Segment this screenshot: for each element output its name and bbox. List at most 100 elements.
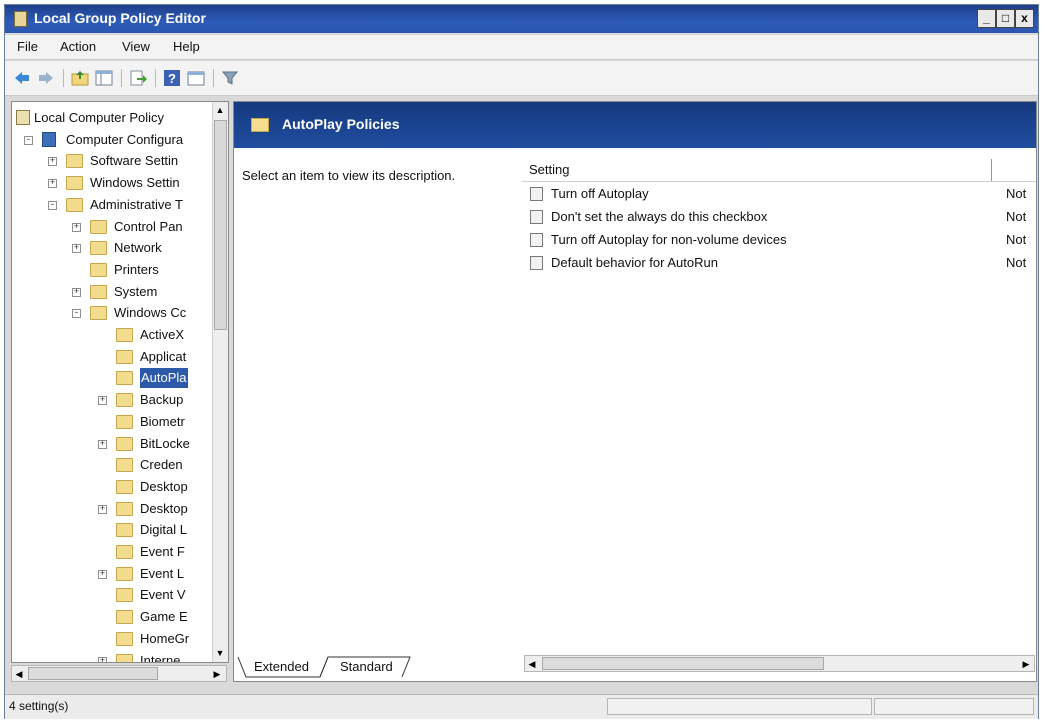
- tree-item[interactable]: + BitLocke: [12, 434, 212, 454]
- tree-item[interactable]: Biometr: [12, 412, 212, 432]
- expand-icon[interactable]: +: [72, 287, 81, 297]
- expand-icon[interactable]: +: [48, 157, 57, 167]
- expand-icon[interactable]: +: [98, 439, 107, 449]
- column-setting-label[interactable]: Setting: [529, 162, 569, 177]
- list-item[interactable]: Turn off Autoplay Not c: [522, 183, 1036, 205]
- toolbar-separator: [155, 69, 156, 87]
- tree-item[interactable]: + Network: [12, 238, 212, 258]
- settings-list[interactable]: Setting Turn off Autoplay Not c Don't set …: [522, 159, 1036, 654]
- menu-help[interactable]: Help: [173, 39, 200, 54]
- tree-horizontal-scrollbar[interactable]: ◀ ▶: [11, 665, 227, 682]
- back-icon[interactable]: [13, 69, 31, 87]
- tree-item-label: Printers: [114, 261, 159, 277]
- scroll-left-arrow-icon[interactable]: ◀: [12, 666, 26, 682]
- tree-item[interactable]: Digital L: [12, 520, 212, 540]
- scroll-up-arrow-icon[interactable]: ▲: [213, 102, 227, 118]
- tree-item[interactable]: - Windows Cc: [12, 303, 212, 323]
- tree-item[interactable]: Printers: [12, 260, 212, 280]
- export-list-icon[interactable]: [129, 69, 147, 87]
- scroll-down-arrow-icon[interactable]: ▼: [213, 645, 227, 661]
- collapse-icon[interactable]: -: [24, 135, 33, 145]
- expand-icon[interactable]: +: [72, 222, 81, 232]
- tree-item[interactable]: - Administrative T: [12, 195, 212, 215]
- scroll-thumb[interactable]: [214, 120, 227, 330]
- tree-item[interactable]: + Event L: [12, 564, 212, 584]
- list-item[interactable]: Don't set the always do this checkbox Not…: [522, 206, 1036, 228]
- help-icon[interactable]: ?: [163, 69, 181, 87]
- setting-name: Turn off Autoplay: [551, 186, 649, 201]
- folder-icon: [116, 545, 133, 559]
- policy-setting-icon: [530, 210, 543, 224]
- folder-icon: [90, 219, 107, 234]
- tab-extended[interactable]: Extended: [248, 657, 315, 677]
- tab-standard[interactable]: Standard: [334, 657, 399, 677]
- column-divider[interactable]: [991, 159, 992, 181]
- tree-item-label: Windows Settin: [90, 175, 180, 191]
- tree-item[interactable]: Desktop: [12, 477, 212, 497]
- tree-item-label: System: [114, 283, 158, 299]
- scroll-left-arrow-icon[interactable]: ◀: [525, 656, 539, 672]
- folder-icon: [116, 414, 133, 429]
- folder-icon: [66, 197, 83, 212]
- tree-item[interactable]: + System: [12, 282, 212, 302]
- properties-icon[interactable]: [187, 69, 205, 87]
- list-item[interactable]: Turn off Autoplay for non-volume devices…: [522, 229, 1036, 251]
- forward-icon[interactable]: [37, 69, 55, 87]
- folder-icon: [116, 588, 133, 603]
- tree-item[interactable]: + Desktop: [12, 499, 212, 519]
- folder-icon: [116, 393, 133, 408]
- expand-icon[interactable]: +: [98, 504, 107, 514]
- tree-item[interactable]: Event V: [12, 585, 212, 605]
- scroll-thumb[interactable]: [28, 667, 158, 680]
- console-tree[interactable]: Local Computer Policy - Computer Configura…: [11, 101, 229, 663]
- tree-item[interactable]: Event F: [12, 542, 212, 562]
- title-bar[interactable]: Local Group Policy Editor _ □ x: [5, 5, 1038, 33]
- menu-file[interactable]: File: [17, 39, 38, 54]
- tree-item[interactable]: Creden: [12, 455, 212, 475]
- maximize-button[interactable]: □: [996, 9, 1015, 28]
- expand-icon[interactable]: +: [98, 656, 107, 662]
- status-panel: [874, 698, 1034, 715]
- column-header[interactable]: Setting: [522, 159, 1036, 182]
- expand-icon[interactable]: +: [98, 569, 107, 579]
- setting-state: Not c: [1006, 232, 1026, 247]
- tree-item[interactable]: ActiveX: [12, 325, 212, 345]
- tree-item[interactable]: HomeGr: [12, 629, 212, 649]
- menu-view[interactable]: View: [122, 39, 150, 54]
- expand-icon[interactable]: +: [48, 179, 57, 189]
- tree-item[interactable]: Applicat: [12, 347, 212, 367]
- tree-item-label: Software Settin: [90, 153, 179, 169]
- list-item[interactable]: Default behavior for AutoRun Not c: [522, 252, 1036, 274]
- folder-icon: [116, 479, 133, 494]
- setting-state: Not c: [1006, 186, 1026, 201]
- folder-icon: [116, 458, 133, 473]
- collapse-icon[interactable]: -: [72, 309, 81, 319]
- svg-text:?: ?: [168, 71, 176, 86]
- tree-item[interactable]: Local Computer Policy: [12, 108, 212, 128]
- scroll-thumb[interactable]: [542, 657, 824, 670]
- tree-item-label: Game E: [140, 609, 188, 625]
- details-horizontal-scrollbar[interactable]: ◀ ▶: [524, 655, 1035, 672]
- tree-item[interactable]: Game E: [12, 607, 212, 627]
- up-folder-icon[interactable]: [71, 69, 89, 87]
- expand-icon[interactable]: +: [72, 244, 81, 254]
- tree-item[interactable]: + Interne: [12, 651, 212, 662]
- close-button[interactable]: x: [1015, 9, 1034, 28]
- tree-vertical-scrollbar[interactable]: ▲ ▼: [212, 102, 228, 662]
- collapse-icon[interactable]: -: [48, 200, 57, 210]
- scroll-right-arrow-icon[interactable]: ▶: [1019, 656, 1033, 672]
- expand-icon[interactable]: +: [98, 396, 107, 406]
- minimize-button[interactable]: _: [977, 9, 996, 28]
- tree-item[interactable]: - Computer Configura: [12, 130, 212, 150]
- tree-item[interactable]: + Windows Settin: [12, 173, 212, 193]
- tree-item[interactable]: + Control Pan: [12, 217, 212, 237]
- tree-item-label: ActiveX: [140, 327, 185, 342]
- tree-item[interactable]: AutoPla: [12, 368, 212, 389]
- show-hide-tree-icon[interactable]: [95, 69, 113, 87]
- tree-item[interactable]: + Software Settin: [12, 151, 212, 171]
- scroll-right-arrow-icon[interactable]: ▶: [210, 666, 224, 682]
- menu-action[interactable]: Action: [60, 39, 96, 54]
- filter-icon[interactable]: [221, 69, 239, 87]
- tree-item[interactable]: + Backup: [12, 390, 212, 410]
- tree-item-label: Applicat: [140, 348, 187, 364]
